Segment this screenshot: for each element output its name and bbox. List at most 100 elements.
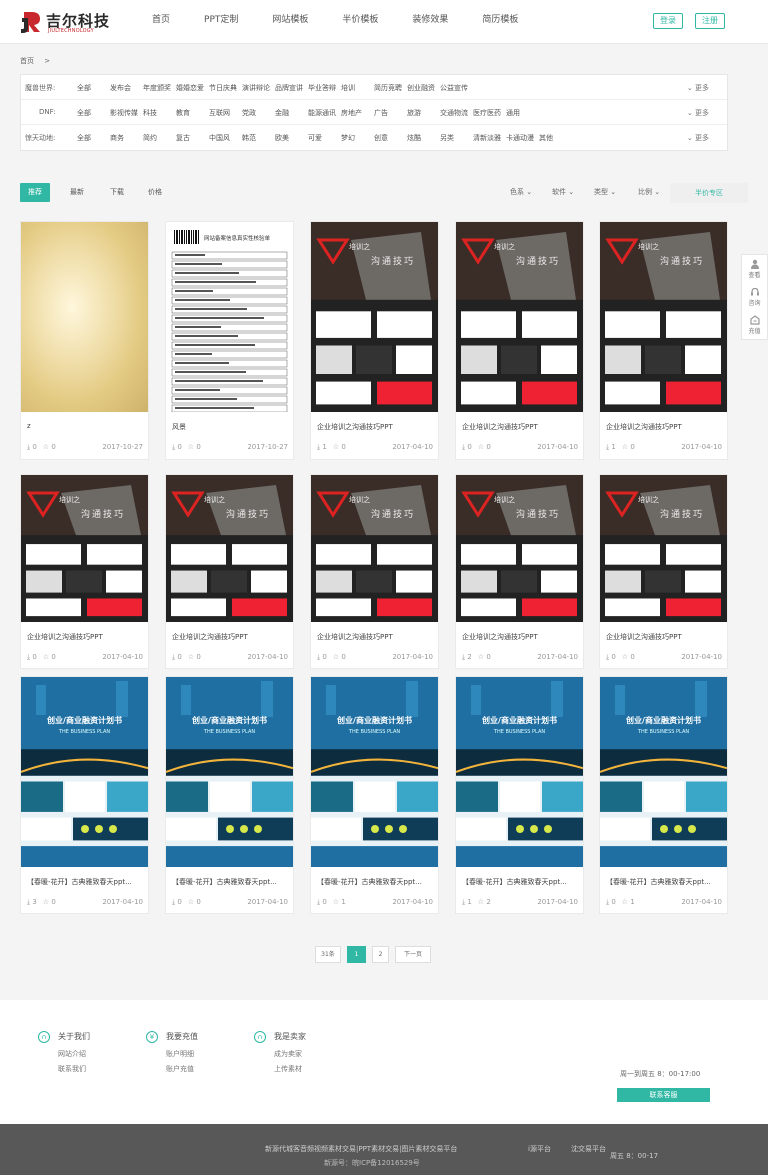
card-thumbnail[interactable]: 培训之 沟通技巧 — [166, 475, 293, 622]
sort-tab-0[interactable]: 推荐 — [20, 183, 50, 202]
filter-option[interactable]: 另类 — [440, 133, 473, 143]
filter-more-button[interactable]: ⌄ 更多 — [687, 108, 709, 118]
card-title[interactable]: 【春暖-花开】古典雅致春天ppt... — [462, 877, 578, 887]
filter-more-button[interactable]: ⌄ 更多 — [687, 133, 709, 143]
card-thumbnail[interactable]: 培训之 沟通技巧 — [311, 475, 438, 622]
sort-dropdown-0[interactable]: 色系 ⌄ — [510, 187, 532, 197]
resource-card[interactable]: 网站备案信息真实性核验单 风景 ⤓ 0 ☆ 0 2017-10-27 — [165, 221, 294, 460]
nav-item-0[interactable]: 首页 — [140, 0, 182, 44]
card-title[interactable]: 企业培训之沟通技巧PPT — [317, 422, 433, 432]
filter-option[interactable]: 复古 — [176, 133, 209, 143]
filter-option[interactable]: 全部 — [77, 108, 110, 118]
half-price-zone-button[interactable]: 半价专区 — [670, 183, 748, 203]
card-title[interactable]: 企业培训之沟通技巧PPT — [172, 632, 288, 642]
card-thumbnail[interactable]: 创业/商业融资计划书 THE BUSINESS PLAN — [20, 677, 149, 867]
footer-link-upload[interactable]: 上传素材 — [274, 1064, 306, 1074]
resource-card[interactable]: 创业/商业融资计划书 THE BUSINESS PLAN 【春暖-花开】古典雅致春天… — [310, 676, 439, 914]
card-title[interactable]: 【春暖-花开】古典雅致春天ppt... — [27, 877, 143, 887]
filter-option[interactable]: 商务 — [110, 133, 143, 143]
contact-service-button[interactable]: 联系客服 — [617, 1088, 710, 1102]
filter-option[interactable]: 房地产 — [341, 108, 374, 118]
filter-option[interactable]: 创业融资 — [407, 83, 440, 93]
side-recharge-button[interactable]: 充值 — [742, 311, 767, 339]
filter-option[interactable]: 欧美 — [275, 133, 308, 143]
card-thumbnail[interactable]: 培训之 沟通技巧 — [600, 222, 727, 412]
card-thumbnail[interactable]: 培训之 沟通技巧 — [456, 222, 583, 412]
footer-link-account-recharge[interactable]: 账户充值 — [166, 1064, 198, 1074]
card-title[interactable]: 企业培训之沟通技巧PPT — [462, 422, 578, 432]
filter-option[interactable]: 公益宣传 — [440, 83, 473, 93]
side-consult-button[interactable]: 咨询 — [742, 283, 767, 311]
footer-link-site-intro[interactable]: 网站介绍 — [58, 1049, 90, 1059]
next-page-button[interactable]: 下一页 — [395, 946, 431, 963]
register-button[interactable]: 注册 — [695, 13, 725, 29]
filter-option[interactable]: 培训 — [341, 83, 374, 93]
sort-tab-1[interactable]: 最新 — [62, 183, 92, 202]
filter-option[interactable]: 中国风 — [209, 133, 242, 143]
resource-card[interactable]: 创业/商业融资计划书 THE BUSINESS PLAN 【春暖-花开】古典雅致春天… — [455, 676, 584, 914]
resource-card[interactable]: z ⤓ 0 ☆ 0 2017-10-27 — [20, 221, 149, 460]
filter-option[interactable]: 医疗医药 — [473, 108, 506, 118]
filter-option[interactable]: 全部 — [77, 133, 110, 143]
filter-more-button[interactable]: ⌄ 更多 — [687, 83, 709, 93]
filter-option[interactable]: 简历竞聘 — [374, 83, 407, 93]
site-logo[interactable]: 吉尔科技 JIULTECHNOLOGY — [20, 8, 110, 36]
sort-dropdown-1[interactable]: 软件 ⌄ — [552, 187, 574, 197]
sort-dropdown-2[interactable]: 类型 ⌄ — [594, 187, 616, 197]
resource-card[interactable]: 创业/商业融资计划书 THE BUSINESS PLAN 【春暖-花开】古典雅致春天… — [599, 676, 728, 914]
filter-option[interactable]: 全部 — [77, 83, 110, 93]
card-thumbnail[interactable] — [21, 222, 148, 412]
resource-card[interactable]: 创业/商业融资计划书 THE BUSINESS PLAN 【春暖-花开】古典雅致春天… — [165, 676, 294, 914]
card-title[interactable]: 企业培训之沟通技巧PPT — [606, 422, 722, 432]
card-thumbnail[interactable]: 创业/商业融资计划书 THE BUSINESS PLAN — [165, 677, 294, 867]
card-title[interactable]: 【春暖-花开】古典雅致春天ppt... — [317, 877, 433, 887]
card-title[interactable]: 企业培训之沟通技巧PPT — [606, 632, 722, 642]
filter-option[interactable]: 清新淡雅 — [473, 133, 506, 143]
resource-card[interactable]: 创业/商业融资计划书 THE BUSINESS PLAN 【春暖-花开】古典雅致春天… — [20, 676, 149, 914]
filter-option[interactable]: 科技 — [143, 108, 176, 118]
filter-option[interactable]: 影视传媒 — [110, 108, 143, 118]
resource-card[interactable]: 培训之 沟通技巧 企业培训之沟通技巧PPT ⤓ 2 ☆ 0 2017-04-10 — [455, 474, 584, 669]
resource-card[interactable]: 培训之 沟通技巧 企业培训之沟通技巧PPT ⤓ 0 ☆ 0 2017-04-10 — [455, 221, 584, 460]
sort-tab-3[interactable]: 价格 — [140, 183, 170, 202]
card-thumbnail[interactable]: 培训之 沟通技巧 — [21, 475, 148, 622]
filter-option[interactable]: 旅游 — [407, 108, 440, 118]
card-thumbnail[interactable]: 创业/商业融资计划书 THE BUSINESS PLAN — [310, 677, 439, 867]
filter-option[interactable]: 品牌宣讲 — [275, 83, 308, 93]
login-button[interactable]: 登录 — [653, 13, 683, 29]
filter-option[interactable]: 梦幻 — [341, 133, 374, 143]
card-thumbnail[interactable]: 培训之 沟通技巧 — [600, 475, 727, 622]
card-title[interactable]: 【春暖-花开】古典雅致春天ppt... — [606, 877, 722, 887]
footer-link-contact[interactable]: 联系我们 — [58, 1064, 90, 1074]
resource-card[interactable]: 培训之 沟通技巧 企业培训之沟通技巧PPT ⤓ 0 ☆ 0 2017-04-10 — [599, 474, 728, 669]
filter-option[interactable]: 交通物流 — [440, 108, 473, 118]
filter-option[interactable]: 发布会 — [110, 83, 143, 93]
filter-option[interactable]: 能源通讯 — [308, 108, 341, 118]
card-title[interactable]: 企业培训之沟通技巧PPT — [462, 632, 578, 642]
filter-option[interactable]: 韩范 — [242, 133, 275, 143]
footer-link-account-detail[interactable]: 账户明细 — [166, 1049, 198, 1059]
filter-option[interactable]: 其他 — [539, 133, 572, 143]
nav-item-4[interactable]: 装修效果 — [400, 0, 460, 44]
filter-option[interactable]: 金融 — [275, 108, 308, 118]
filter-option[interactable]: 炫酷 — [407, 133, 440, 143]
card-title[interactable]: 企业培训之沟通技巧PPT — [317, 632, 433, 642]
nav-item-2[interactable]: 网站模板 — [260, 0, 320, 44]
filter-option[interactable]: 婚婚恋爱 — [176, 83, 209, 93]
card-thumbnail[interactable]: 网站备案信息真实性核验单 — [166, 222, 293, 413]
page-1-button[interactable]: 1 — [347, 946, 366, 963]
breadcrumb-home[interactable]: 首页 — [20, 57, 34, 65]
page-2-button[interactable]: 2 — [372, 946, 389, 963]
resource-card[interactable]: 培训之 沟通技巧 企业培训之沟通技巧PPT ⤓ 0 ☆ 0 2017-04-10 — [310, 474, 439, 669]
resource-card[interactable]: 培训之 沟通技巧 企业培训之沟通技巧PPT ⤓ 1 ☆ 0 2017-04-10 — [310, 221, 439, 460]
filter-option[interactable]: 教育 — [176, 108, 209, 118]
filter-option[interactable]: 创意 — [374, 133, 407, 143]
resource-card[interactable]: 培训之 沟通技巧 企业培训之沟通技巧PPT ⤓ 0 ☆ 0 2017-04-10 — [165, 474, 294, 669]
nav-item-5[interactable]: 简历模板 — [470, 0, 530, 44]
card-thumbnail[interactable]: 培训之 沟通技巧 — [456, 475, 583, 622]
filter-option[interactable]: 毕业答辩 — [308, 83, 341, 93]
card-title[interactable]: 企业培训之沟通技巧PPT — [27, 632, 143, 642]
filter-option[interactable]: 节日庆典 — [209, 83, 242, 93]
card-title[interactable]: z — [27, 422, 143, 430]
card-thumbnail[interactable]: 创业/商业融资计划书 THE BUSINESS PLAN — [599, 677, 728, 867]
